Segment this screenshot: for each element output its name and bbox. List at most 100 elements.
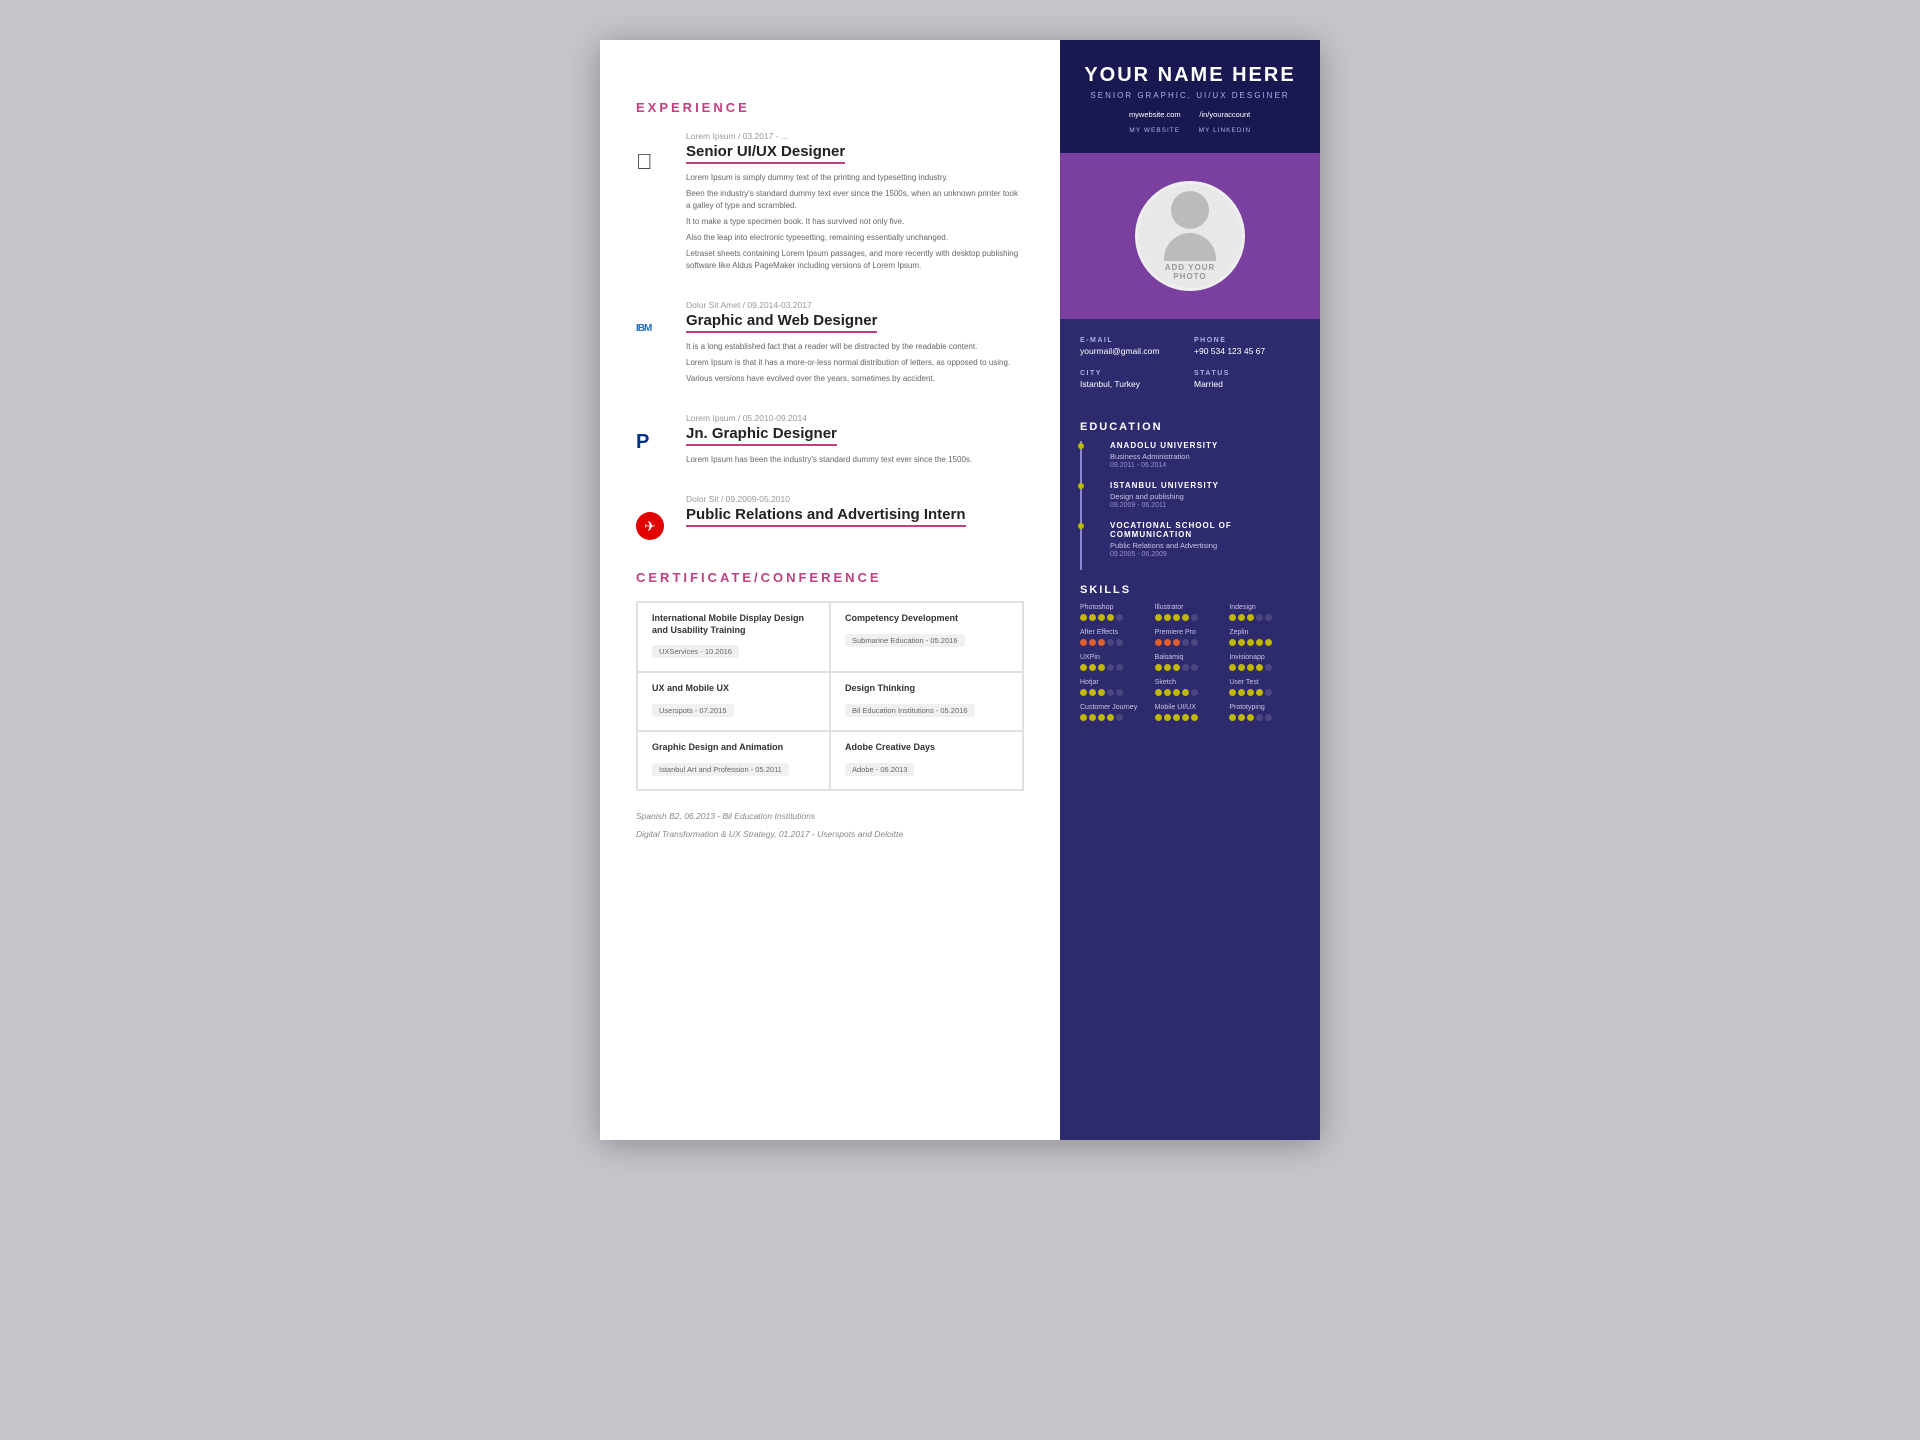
- ibm-logo: IBM: [636, 300, 672, 389]
- skill-dot: [1155, 714, 1162, 721]
- skill-dot: [1089, 664, 1096, 671]
- skill-dot: [1155, 664, 1162, 671]
- cert-item-6: Adobe Creative Days Adobe - 06.2013: [830, 731, 1023, 790]
- left-panel: EXPERIENCE  Lorem Ipsum / 03.2017 - ...…: [600, 40, 1060, 1140]
- education-section: EDUCATION ANADOLU UNIVERSITY Business Ad…: [1060, 407, 1320, 570]
- candidate-name: YOUR NAME HERE: [1080, 64, 1300, 87]
- exp-company-date-1: Lorem Ipsum / 03.2017 - ...: [686, 131, 1024, 141]
- skill-dot: [1116, 614, 1123, 621]
- skills-grid: PhotoshopIllustratorIndesignAfter Effect…: [1080, 604, 1300, 721]
- exp-body-1: Lorem Ipsum is simply dummy text of the …: [686, 172, 1024, 272]
- certificate-section: CERTIFICATE/CONFERENCE International Mob…: [636, 570, 1024, 791]
- skill-dot: [1098, 689, 1105, 696]
- skill-dot: [1238, 664, 1245, 671]
- skill-dot: [1229, 639, 1236, 646]
- skill-dot: [1173, 664, 1180, 671]
- skill-dot: [1164, 714, 1171, 721]
- apple-logo: : [636, 131, 672, 276]
- skill-dot: [1107, 714, 1114, 721]
- skill-dot: [1247, 664, 1254, 671]
- skill-dot: [1080, 714, 1087, 721]
- skill-dot: [1173, 639, 1180, 646]
- digital-text: Digital Transformation & UX Strategy, 01…: [636, 829, 1024, 839]
- digital-section: Digital Transformation & UX Strategy, 01…: [636, 829, 1024, 839]
- email-info: E-MAIL yourmail@gmail.com: [1080, 337, 1186, 356]
- info-grid: E-MAIL yourmail@gmail.com PHONE +90 534 …: [1080, 337, 1300, 389]
- skill-dot: [1238, 614, 1245, 621]
- skill-dot: [1173, 614, 1180, 621]
- city-info: CITY Istanbul, Turkey: [1080, 370, 1186, 389]
- skill-dot: [1173, 714, 1180, 721]
- skill-dot: [1089, 639, 1096, 646]
- skill-item-13: Mobile UI/UX: [1155, 704, 1226, 721]
- skill-dot: [1089, 689, 1096, 696]
- person-body-icon: [1164, 233, 1216, 261]
- exp-body-3: Lorem Ipsum has been the industry's stan…: [686, 454, 1024, 466]
- skill-dot: [1229, 714, 1236, 721]
- add-photo-text: ADD YOUR PHOTO: [1165, 263, 1216, 281]
- website-url: mywebsite.com: [1129, 110, 1181, 119]
- skill-item-12: Customer Journey: [1080, 704, 1151, 721]
- skill-dot: [1238, 639, 1245, 646]
- skill-dot: [1116, 714, 1123, 721]
- skill-dot: [1080, 614, 1087, 621]
- skill-dot: [1182, 714, 1189, 721]
- skill-dot: [1080, 664, 1087, 671]
- candidate-title: SENIOR GRAPHIC, UI/UX DESGINER: [1080, 91, 1300, 100]
- skill-item-11: User Test: [1229, 679, 1300, 696]
- skill-dot: [1229, 614, 1236, 621]
- skill-dot: [1164, 614, 1171, 621]
- cert-item-5: Graphic Design and Animation Istanbul Ar…: [637, 731, 830, 790]
- skill-dot: [1116, 689, 1123, 696]
- experience-item-3: P Lorem Ipsum / 05.2010-09.2014 Jn. Grap…: [636, 413, 1024, 470]
- exp-title-1: Senior UI/UX Designer: [686, 143, 845, 164]
- exp-company-date-4: Dolor Sit / 09.2009-05.2010: [686, 494, 1024, 504]
- skills-title: SKILLS: [1060, 570, 1320, 604]
- skill-dot: [1256, 689, 1263, 696]
- skill-dot: [1098, 639, 1105, 646]
- skill-dot: [1155, 614, 1162, 621]
- website-link[interactable]: mywebsite.com MY WEBSITE: [1129, 110, 1181, 137]
- skills-section-container: SKILLS PhotoshopIllustratorIndesignAfter…: [1060, 570, 1320, 741]
- resume-container: EXPERIENCE  Lorem Ipsum / 03.2017 - ...…: [600, 40, 1320, 1140]
- contact-info: E-MAIL yourmail@gmail.com PHONE +90 534 …: [1060, 319, 1320, 407]
- photo-circle: ADD YOUR PHOTO: [1135, 181, 1245, 291]
- skill-item-14: Prototyping: [1229, 704, 1300, 721]
- skill-dot: [1098, 714, 1105, 721]
- skill-item-2: Indesign: [1229, 604, 1300, 621]
- phone-info: PHONE +90 534 123 45 67: [1194, 337, 1300, 356]
- edu-item-3: VOCATIONAL SCHOOL OF COMMUNICATION Publi…: [1080, 521, 1320, 570]
- skill-dot: [1229, 664, 1236, 671]
- skill-item-5: Zeplin: [1229, 629, 1300, 646]
- skill-dot: [1238, 714, 1245, 721]
- skill-dot: [1182, 614, 1189, 621]
- language-section: Spanish B2, 06.2013 - Bil Education Inst…: [636, 811, 1024, 821]
- experience-item-1:  Lorem Ipsum / 03.2017 - ... Senior UI/…: [636, 131, 1024, 276]
- skill-item-1: Illustrator: [1155, 604, 1226, 621]
- skill-dot: [1107, 614, 1114, 621]
- skill-dot: [1089, 614, 1096, 621]
- skill-dot: [1265, 714, 1272, 721]
- skill-dot: [1164, 664, 1171, 671]
- skill-dot: [1164, 639, 1171, 646]
- skill-dot: [1191, 714, 1198, 721]
- skill-dot: [1265, 689, 1272, 696]
- exp-company-date-2: Dolor Sit Amet / 09.2014-03.2017: [686, 300, 1024, 310]
- linkedin-link[interactable]: /in/youraccount MY LINKEDIN: [1199, 110, 1251, 137]
- education-title: EDUCATION: [1060, 407, 1320, 441]
- skill-item-3: After Effects: [1080, 629, 1151, 646]
- exp-title-2: Graphic and Web Designer: [686, 312, 877, 333]
- experience-item-2: IBM Dolor Sit Amet / 09.2014-03.2017 Gra…: [636, 300, 1024, 389]
- skill-dot: [1107, 639, 1114, 646]
- skill-dot: [1265, 664, 1272, 671]
- skill-dot: [1256, 639, 1263, 646]
- skill-dot: [1098, 664, 1105, 671]
- skill-item-7: Balsamiq: [1155, 654, 1226, 671]
- skill-item-4: Premiere Pro: [1155, 629, 1226, 646]
- skill-dot: [1107, 689, 1114, 696]
- cert-item-1: International Mobile Display Design and …: [637, 602, 830, 672]
- skill-dot: [1182, 639, 1189, 646]
- skill-dot: [1098, 614, 1105, 621]
- skill-dot: [1155, 689, 1162, 696]
- skill-dot: [1116, 639, 1123, 646]
